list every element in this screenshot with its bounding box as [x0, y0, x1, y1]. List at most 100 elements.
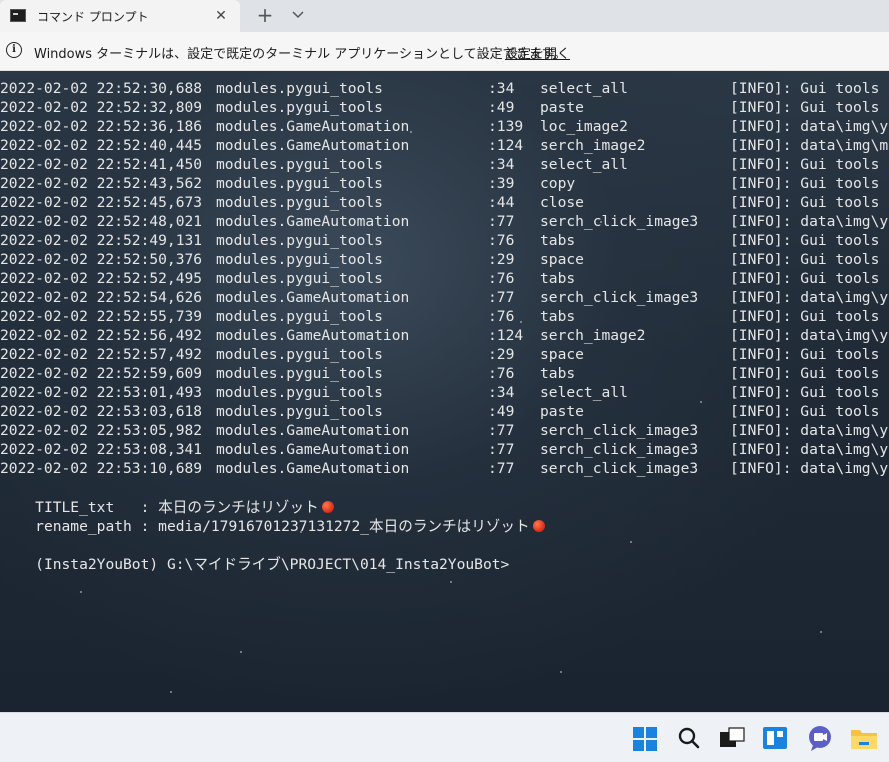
log-message: [INFO]: Gui tools [730, 251, 880, 268]
log-line-number: :29 [488, 346, 515, 363]
log-function: space [540, 251, 584, 268]
log-line-number: :76 [488, 270, 515, 287]
log-message: [INFO]: Gui tools [730, 365, 880, 382]
log-function: tabs [540, 270, 576, 287]
log-function: loc_image2 [540, 118, 628, 135]
tab-title: コマンド プロンプト [37, 10, 149, 24]
new-tab-button[interactable]: + [253, 4, 277, 28]
log-module: modules.GameAutomation [216, 137, 410, 154]
log-function: select_all [540, 80, 628, 97]
tab-bar: コマンド プロンプト ✕ + [0, 0, 889, 32]
log-module: modules.pygui_tools [216, 270, 383, 287]
windows-start-icon[interactable] [631, 723, 661, 753]
info-bar: i Windows ターミナルは、設定で既定のターミナル アプリケーションとして… [0, 32, 889, 71]
log-module: modules.pygui_tools [216, 80, 383, 97]
file-explorer-icon[interactable] [849, 723, 879, 753]
taskbar [0, 712, 889, 762]
log-message: [INFO]: Gui tools [730, 308, 880, 325]
log-timestamp: 2022-02-02 22:52:49,131 [0, 232, 203, 249]
info-message: Windows ターミナルは、設定で既定のターミナル アプリケーションとして設定… [34, 47, 567, 62]
log-message: [INFO]: data\img\y [730, 289, 889, 306]
log-function: tabs [540, 365, 576, 382]
log-module: modules.GameAutomation [216, 118, 410, 135]
log-function: serch_click_image3 [540, 422, 699, 439]
log-timestamp: 2022-02-02 22:53:08,341 [0, 441, 203, 458]
widgets-icon[interactable] [760, 723, 790, 753]
log-module: modules.pygui_tools [216, 232, 383, 249]
log-function: tabs [540, 232, 576, 249]
log-timestamp: 2022-02-02 22:52:50,376 [0, 251, 203, 268]
log-line-number: :29 [488, 251, 515, 268]
log-module: modules.GameAutomation [216, 213, 410, 230]
log-timestamp: 2022-02-02 22:52:54,626 [0, 289, 203, 306]
log-timestamp: 2022-02-02 22:52:43,562 [0, 175, 203, 192]
log-timestamp: 2022-02-02 22:52:40,445 [0, 137, 203, 154]
log-message: [INFO]: Gui tools [730, 80, 880, 97]
command-prompt[interactable]: (Insta2YouBot) G:\マイドライブ\PROJECT\014_Ins… [0, 536, 509, 593]
log-module: modules.pygui_tools [216, 175, 383, 192]
log-line-number: :49 [488, 99, 515, 116]
log-line-number: :39 [488, 175, 515, 192]
log-line-number: :124 [488, 137, 524, 154]
log-line-number: :34 [488, 80, 515, 97]
log-module: modules.pygui_tools [216, 346, 383, 363]
log-message: [INFO]: Gui tools [730, 194, 880, 211]
log-timestamp: 2022-02-02 22:52:55,739 [0, 308, 203, 325]
log-function: tabs [540, 308, 576, 325]
log-line-number: :76 [488, 308, 515, 325]
terminal-output[interactable]: 2022-02-02 22:52:30,688 modules.pygui_too… [0, 71, 889, 712]
info-icon: i [6, 42, 22, 58]
log-line-number: :77 [488, 289, 515, 306]
chevron-down-icon[interactable] [287, 5, 309, 27]
log-timestamp: 2022-02-02 22:53:10,689 [0, 460, 203, 477]
log-line-number: :34 [488, 156, 515, 173]
search-icon[interactable] [674, 723, 704, 753]
task-view-icon[interactable] [717, 723, 747, 753]
rename-line-text: rename_path : media/17916701237131272_本日… [35, 518, 530, 535]
log-message: [INFO]: Gui tools [730, 232, 880, 249]
log-module: modules.pygui_tools [216, 365, 383, 382]
log-line-number: :34 [488, 384, 515, 401]
log-function: select_all [540, 156, 628, 173]
log-line-number: :49 [488, 403, 515, 420]
log-module: modules.GameAutomation [216, 289, 410, 306]
log-message: [INFO]: Gui tools [730, 99, 880, 116]
log-timestamp: 2022-02-02 22:53:01,493 [0, 384, 203, 401]
log-message: [INFO]: data\img\y [730, 422, 889, 439]
log-message: [INFO]: Gui tools [730, 270, 880, 287]
log-function: copy [540, 175, 576, 192]
log-timestamp: 2022-02-02 22:52:30,688 [0, 80, 203, 97]
log-timestamp: 2022-02-02 22:52:48,021 [0, 213, 203, 230]
log-function: paste [540, 403, 584, 420]
log-timestamp: 2022-02-02 22:52:52,495 [0, 270, 203, 287]
log-function: serch_click_image3 [540, 289, 699, 306]
log-message: [INFO]: data\img\m [730, 137, 889, 154]
open-settings-link[interactable]: 設定を開く [505, 43, 570, 62]
chat-icon[interactable] [805, 723, 835, 753]
log-function: select_all [540, 384, 628, 401]
log-timestamp: 2022-02-02 22:52:32,809 [0, 99, 203, 116]
log-module: modules.GameAutomation [216, 460, 410, 477]
log-function: serch_image2 [540, 137, 646, 154]
log-message: [INFO]: Gui tools [730, 156, 880, 173]
tab-command-prompt[interactable]: コマンド プロンプト ✕ [0, 0, 240, 32]
log-line-number: :139 [488, 118, 524, 135]
log-line-number: :77 [488, 422, 515, 439]
log-timestamp: 2022-02-02 22:52:59,609 [0, 365, 203, 382]
log-timestamp: 2022-02-02 22:52:57,492 [0, 346, 203, 363]
log-module: modules.pygui_tools [216, 251, 383, 268]
log-module: modules.pygui_tools [216, 403, 383, 420]
log-line-number: :77 [488, 460, 515, 477]
log-message: [INFO]: data\img\y [730, 327, 889, 344]
log-line-number: :124 [488, 327, 524, 344]
log-timestamp: 2022-02-02 22:52:36,186 [0, 118, 203, 135]
log-line-number: :77 [488, 213, 515, 230]
close-tab-icon[interactable]: ✕ [210, 5, 232, 27]
log-module: modules.pygui_tools [216, 156, 383, 173]
log-line-number: :77 [488, 441, 515, 458]
log-timestamp: 2022-02-02 22:52:56,492 [0, 327, 203, 344]
log-line-number: :76 [488, 365, 515, 382]
log-message: [INFO]: Gui tools [730, 403, 880, 420]
log-function: space [540, 346, 584, 363]
log-message: [INFO]: data\img\y [730, 460, 889, 477]
